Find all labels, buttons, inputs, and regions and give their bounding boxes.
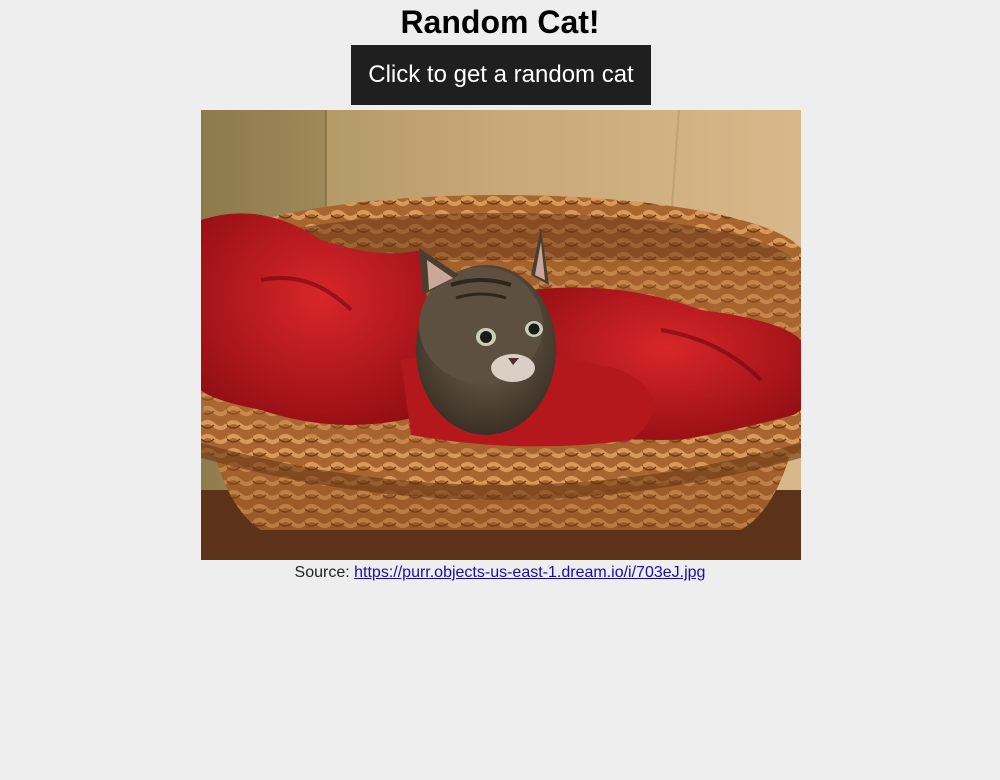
source-link[interactable]: https://purr.objects-us-east-1.dream.io/… <box>354 564 705 581</box>
cat-photo <box>201 110 801 560</box>
source-label: Source: <box>294 564 355 581</box>
source-line: Source: https://purr.objects-us-east-1.d… <box>0 563 1000 583</box>
page-title: Random Cat! <box>400 4 600 40</box>
random-cat-button[interactable]: Click to get a random cat <box>351 45 651 105</box>
page: Random Cat! Click to get a random cat So… <box>0 0 1000 780</box>
